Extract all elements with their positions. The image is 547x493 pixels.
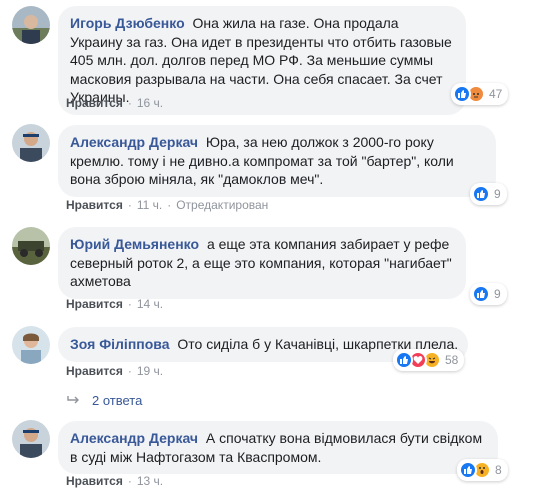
comment-author[interactable]: Зоя Філіппова: [70, 336, 170, 352]
view-replies-link[interactable]: 2 ответа: [66, 393, 142, 408]
thumbs-up-icon: [453, 85, 471, 103]
comment-actions: Нравится · 19 ч.: [66, 364, 164, 378]
edited-label[interactable]: Отредактирован: [176, 198, 268, 212]
comment-time[interactable]: 14 ч.: [137, 297, 163, 311]
comment-author[interactable]: Александр Деркач: [70, 134, 198, 150]
comment-time[interactable]: 11 ч.: [137, 198, 162, 212]
reply-arrow-icon: [66, 393, 80, 408]
comment-time[interactable]: 16 ч.: [137, 96, 163, 110]
thumbs-up-icon: [459, 461, 477, 479]
comment-author[interactable]: Александр Деркач: [70, 430, 198, 446]
avatar[interactable]: [12, 326, 50, 364]
comment-author[interactable]: Юрий Демьяненко: [70, 236, 199, 252]
avatar[interactable]: [12, 124, 50, 162]
thumbs-up-icon: [472, 185, 490, 203]
comment-time[interactable]: 19 ч.: [137, 364, 163, 378]
replies-count[interactable]: 2 ответа: [92, 393, 142, 408]
comment-actions: Нравится · 16 ч.: [66, 96, 164, 110]
comment-time[interactable]: 13 ч.: [137, 474, 163, 488]
reactions-summary[interactable]: 8: [457, 459, 508, 481]
comment-bubble: Александр Деркач Юра, за нею должок з 20…: [58, 125, 496, 197]
reactions-summary[interactable]: 47: [451, 83, 509, 105]
like-button[interactable]: Нравится: [66, 364, 123, 378]
comment-actions: Нравится · 11 ч. · Отредактирован: [66, 198, 269, 212]
reaction-count: 9: [494, 187, 501, 201]
reaction-count: 8: [495, 463, 502, 477]
like-button[interactable]: Нравится: [66, 297, 123, 311]
reactions-summary[interactable]: 9: [470, 283, 507, 305]
avatar[interactable]: [12, 6, 50, 44]
comment-author[interactable]: Игорь Дзюбенко: [70, 15, 185, 31]
reactions-summary[interactable]: 9: [470, 183, 507, 205]
reaction-count: 47: [489, 87, 503, 101]
reaction-count: 58: [445, 353, 459, 367]
like-button[interactable]: Нравится: [66, 474, 123, 488]
avatar[interactable]: [12, 227, 50, 265]
avatar[interactable]: [12, 420, 50, 458]
comment-bubble: Юрий Демьяненко а еще эта компания забир…: [58, 227, 466, 299]
thumbs-up-icon: [472, 285, 490, 303]
reaction-count: 9: [494, 287, 501, 301]
like-button[interactable]: Нравится: [66, 96, 123, 110]
comment-actions: Нравится · 14 ч.: [66, 297, 164, 311]
thumbs-up-icon: [395, 351, 413, 369]
reactions-summary[interactable]: 58: [393, 349, 465, 371]
comment-actions: Нравится · 13 ч.: [66, 474, 164, 488]
comment-bubble: Александр Деркач А спочатку вона відмови…: [58, 421, 498, 474]
like-button[interactable]: Нравится: [66, 198, 123, 212]
